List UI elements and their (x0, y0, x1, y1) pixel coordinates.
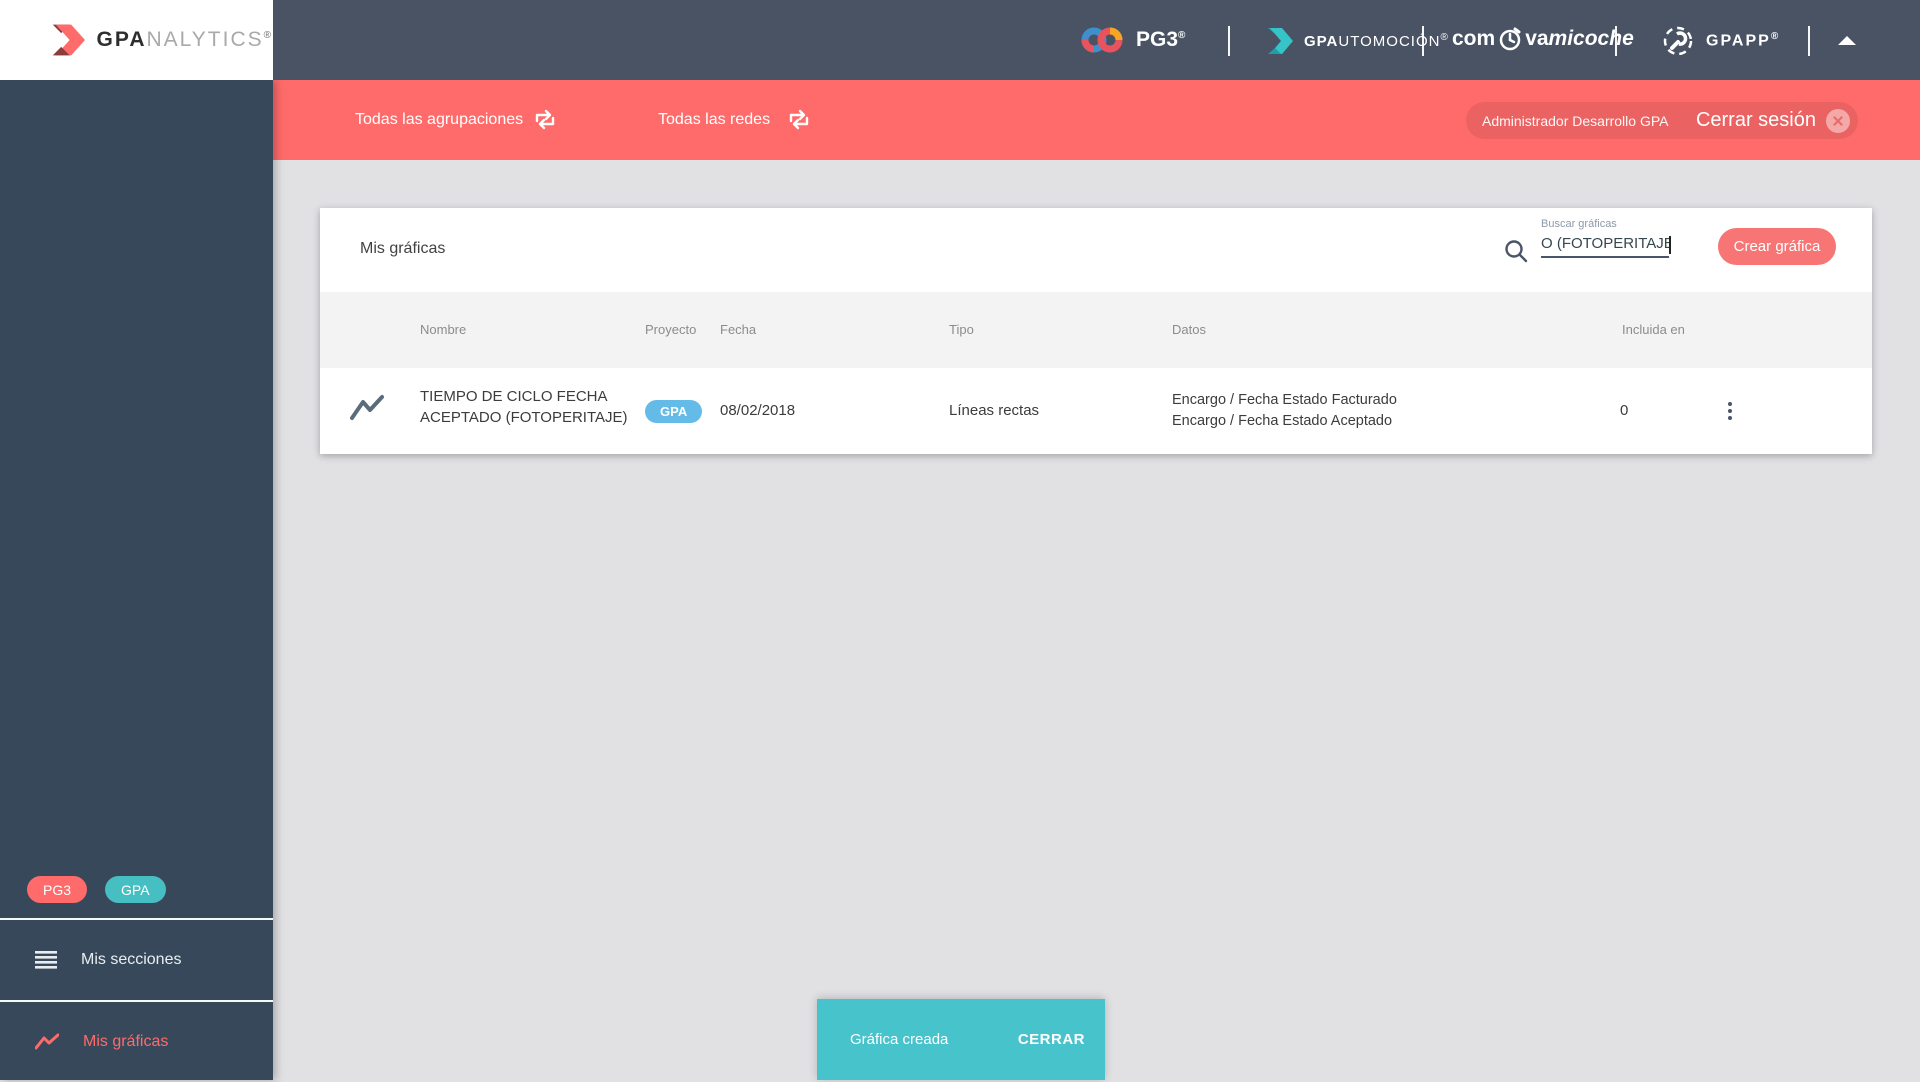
line-chart-icon (350, 395, 384, 420)
snackbar-toast: Gráfica creada CERRAR (817, 999, 1105, 1080)
sidebar-item-mis-secciones[interactable]: Mis secciones (0, 918, 273, 1000)
user-session-pill: Administrador Desarrollo GPA Cerrar sesi… (1466, 102, 1858, 139)
column-header-proyecto: Proyecto (645, 322, 697, 337)
filter-agrupaciones-label: Todas las agrupaciones (355, 111, 524, 128)
page-title: Mis gráficas (360, 240, 446, 257)
swap-icon (535, 109, 555, 130)
column-header-datos: Datos (1172, 322, 1206, 337)
column-header-tipo: Tipo (949, 322, 974, 337)
filter-bar: Todas las agrupaciones Todas las redes A… (273, 80, 1920, 160)
user-name: Administrador Desarrollo GPA (1482, 112, 1669, 129)
automocion-arrow-icon (1264, 28, 1293, 54)
cell-tipo: Líneas rectas (949, 402, 1040, 419)
search-input[interactable] (1541, 233, 1669, 258)
mis-graficas-card: Mis gráficas Buscar gráficas Crear gráfi… (320, 208, 1872, 454)
clock-icon (1499, 27, 1521, 51)
wrench-circle-icon (1663, 26, 1693, 56)
search-icon (1505, 240, 1528, 263)
logout-button[interactable]: Cerrar sesión (1696, 109, 1816, 132)
filter-redes-label: Todas las redes (658, 111, 771, 128)
gpapp-label: GPAPP® (1706, 31, 1781, 50)
compravamicoche-label-left: com (1452, 27, 1496, 50)
menu-icon (35, 951, 57, 969)
search-field-label: Buscar gráficas (1541, 218, 1617, 230)
topbar-separator (1422, 26, 1424, 56)
top-bar: GPANALYTICS® PG3® GPAUTOMOCIÓN® com vami… (0, 0, 1920, 80)
cell-datos: Encargo / Fecha Estado Facturado Encargo… (1172, 390, 1397, 432)
swap-redes-button[interactable] (787, 80, 811, 160)
cell-proyecto-badge: GPA (645, 400, 703, 423)
badge-pg3[interactable]: PG3 (27, 876, 88, 903)
sidebar-item-label: Mis secciones (81, 951, 182, 968)
datos-line: Encargo / Fecha Estado Facturado (1172, 391, 1397, 408)
topbar-separator (1615, 26, 1617, 56)
brand-gpautomocion[interactable]: GPAUTOMOCIÓN® (1262, 26, 1449, 56)
filter-agrupaciones[interactable]: Todas las agrupaciones (355, 80, 523, 160)
text-cursor (1669, 236, 1671, 254)
table-row[interactable]: TIEMPO DE CICLO FECHA ACEPTADO (FOTOPERI… (320, 368, 1872, 454)
toast-close-button[interactable]: CERRAR (1018, 1031, 1085, 1048)
sidebar-item-mis-graficas[interactable]: Mis gráficas (0, 1000, 273, 1082)
topbar-separator (1808, 26, 1810, 56)
table-header: Nombre Proyecto Fecha Tipo Datos Incluid… (320, 292, 1872, 368)
cell-incluida-en: 0 (1620, 402, 1629, 419)
sidebar-item-label: Mis gráficas (83, 1033, 169, 1050)
line-chart-icon (35, 1033, 59, 1050)
column-header-fecha: Fecha (720, 322, 757, 337)
gpa-analytics-logo[interactable]: GPANALYTICS® (0, 0, 273, 80)
close-circle-icon[interactable] (1826, 108, 1850, 133)
badge-gpa[interactable]: GPA (105, 876, 166, 903)
topbar-separator (1228, 26, 1230, 56)
column-header-nombre: Nombre (420, 322, 467, 337)
cell-fecha: 08/02/2018 (720, 402, 796, 419)
compravamicoche-label-right: vamicoche (1525, 27, 1634, 50)
toast-message: Gráfica creada (850, 1031, 949, 1048)
sidebar-badges: PG3 GPA (27, 876, 166, 903)
caret-up-icon[interactable] (1838, 36, 1856, 45)
pg3-infinity-icon (1081, 27, 1123, 53)
gpa-analytics-wordmark: GPANALYTICS® (96, 28, 273, 51)
brand-compravamicoche[interactable]: com vamicoche (1452, 26, 1634, 52)
filter-redes[interactable]: Todas las redes (658, 80, 770, 160)
kebab-menu-icon[interactable] (1714, 395, 1746, 427)
pg3-label: PG3® (1136, 28, 1186, 51)
sidebar: PG3 GPA Mis secciones Mis gráficas (0, 80, 273, 1080)
gpa-analytics-arrow-icon (48, 24, 85, 56)
datos-line: Encargo / Fecha Estado Aceptado (1172, 413, 1393, 429)
brand-gpapp[interactable]: GPAPP® (1662, 24, 1780, 58)
swap-icon (789, 109, 809, 130)
gpautomocion-label: GPAUTOMOCIÓN® (1304, 32, 1449, 50)
create-chart-button[interactable]: Crear gráfica (1718, 228, 1836, 265)
swap-agrupaciones-button[interactable] (533, 80, 557, 160)
cell-nombre: TIEMPO DE CICLO FECHA ACEPTADO (FOTOPERI… (420, 388, 628, 426)
column-header-incluida: Incluida en (1622, 322, 1685, 337)
brand-pg3[interactable]: PG3® (1080, 22, 1185, 58)
search-field: Buscar gráficas (1541, 218, 1671, 258)
